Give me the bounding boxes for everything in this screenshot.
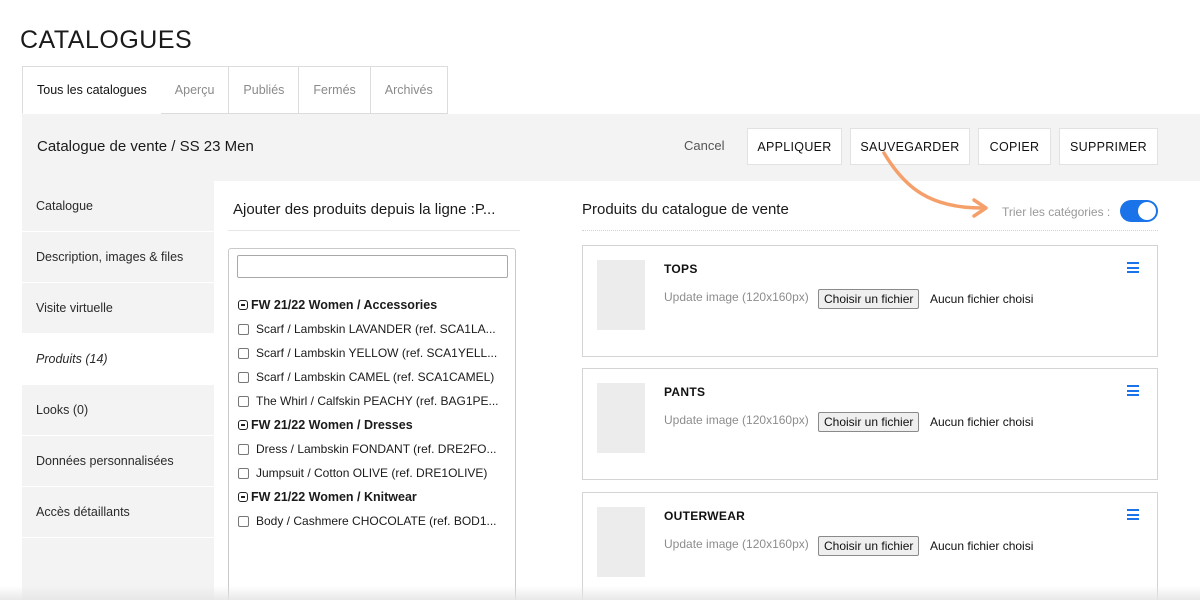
drag-handle-icon[interactable] [1127,262,1139,273]
category-card: OUTERWEAR Update image (120x160px) Chois… [582,492,1158,600]
list-item[interactable]: Scarf / Lambskin YELLOW (ref. SCA1YELL..… [229,341,515,365]
group-header[interactable]: FW 21/22 Women / Knitwear [229,485,515,509]
save-button[interactable]: SAUVEGARDER [850,128,970,165]
update-image-label: Update image (120x160px) [664,290,809,304]
file-status: Aucun fichier choisi [930,292,1034,306]
product-label: Scarf / Lambskin LAVANDER (ref. SCA1LA..… [256,322,496,336]
category-card: PANTS Update image (120x160px) Choisir u… [582,368,1158,480]
checkbox[interactable] [238,371,249,383]
page-title: CATALOGUES [20,26,193,54]
list-item[interactable]: Jumpsuit / Cotton OLIVE (ref. DRE1OLIVE) [229,461,515,485]
category-card: TOPS Update image (120x160px) Choisir un… [582,245,1158,357]
file-status: Aucun fichier choisi [930,415,1034,429]
sidebar-item-catalogue[interactable]: Catalogue [22,181,214,232]
apply-button[interactable]: APPLIQUER [747,128,842,165]
toggle-knob [1138,202,1156,220]
sidebar-item-custom-data[interactable]: Données personnalisées [22,436,214,487]
sort-categories-toggle[interactable] [1120,200,1158,222]
sidebar-item-description[interactable]: Description, images & files [22,232,214,283]
sort-categories-label: Trier les catégories : [1002,205,1111,219]
drag-handle-icon[interactable] [1127,509,1139,520]
product-label: Dress / Lambskin FONDANT (ref. DRE2FO... [256,442,497,456]
category-image-placeholder [597,507,645,577]
file-status: Aucun fichier choisi [930,539,1034,553]
tab-all-catalogues[interactable]: Tous les catalogues [22,66,161,114]
collapse-icon[interactable] [238,492,248,502]
sidebar-item-virtual-tour[interactable]: Visite virtuelle [22,283,214,334]
catalog-name: Catalogue de vente / SS 23 Men [37,138,254,155]
delete-button[interactable]: SUPPRIMER [1059,128,1158,165]
list-item[interactable]: Body / Cashmere CHOCOLATE (ref. BOD1... [229,509,515,533]
collapse-icon[interactable] [238,420,248,430]
category-name: OUTERWEAR [664,509,746,523]
catalog-tabs: Tous les catalogues Aperçu Publiés Fermé… [22,66,448,114]
checkbox[interactable] [238,395,249,407]
product-search-input[interactable] [237,255,508,278]
choose-file-button[interactable]: Choisir un fichier [818,536,920,556]
tab-closed[interactable]: Fermés [298,66,370,114]
product-label: Body / Cashmere CHOCOLATE (ref. BOD1... [256,514,497,528]
source-line-title: Ajouter des produits depuis la ligne :P.… [233,201,496,218]
checkbox[interactable] [238,347,249,359]
update-image-label: Update image (120x160px) [664,413,809,427]
sidebar-item-retailer-access[interactable]: Accès détaillants [22,487,214,538]
list-item[interactable]: Scarf / Lambskin LAVANDER (ref. SCA1LA..… [229,317,515,341]
collapse-icon[interactable] [238,300,248,310]
tab-published[interactable]: Publiés [228,66,299,114]
checkbox[interactable] [238,515,249,527]
group-label: FW 21/22 Women / Accessories [251,298,438,312]
product-label: Jumpsuit / Cotton OLIVE (ref. DRE1OLIVE) [256,466,488,480]
divider [582,230,1158,231]
source-product-list: FW 21/22 Women / Accessories Scarf / Lam… [229,293,515,533]
category-name: TOPS [664,262,698,276]
product-label: The Whirl / Calfskin PEACHY (ref. BAG1PE… [256,394,499,408]
copy-button[interactable]: COPIER [978,128,1051,165]
sidebar-item-products[interactable]: Produits (14) [22,334,214,385]
product-label: Scarf / Lambskin CAMEL (ref. SCA1CAMEL) [256,370,495,384]
group-header[interactable]: FW 21/22 Women / Accessories [229,293,515,317]
group-label: FW 21/22 Women / Dresses [251,418,413,432]
divider [228,230,520,231]
checkbox[interactable] [238,467,249,479]
tab-archived[interactable]: Archivés [369,66,448,114]
list-item[interactable]: Scarf / Lambskin CAMEL (ref. SCA1CAMEL) [229,365,515,389]
group-header[interactable]: FW 21/22 Women / Dresses [229,413,515,437]
update-image-label: Update image (120x160px) [664,537,809,551]
choose-file-button[interactable]: Choisir un fichier [818,412,920,432]
category-name: PANTS [664,385,706,399]
sidebar: Catalogue Description, images & files Vi… [22,181,214,600]
checkbox[interactable] [238,443,249,455]
group-label: FW 21/22 Women / Knitwear [251,490,417,504]
drag-handle-icon[interactable] [1127,385,1139,396]
list-item[interactable]: Dress / Lambskin FONDANT (ref. DRE2FO... [229,437,515,461]
checkbox[interactable] [238,323,249,335]
category-image-placeholder [597,260,645,330]
tab-preview[interactable]: Aperçu [160,66,229,114]
product-source-list[interactable]: FW 21/22 Women / Accessories Scarf / Lam… [228,248,516,600]
catalog-header: Catalogue de vente / SS 23 Men Cancel AP… [22,114,1200,181]
product-label: Scarf / Lambskin YELLOW (ref. SCA1YELL..… [256,346,498,360]
cancel-button[interactable]: Cancel [684,138,724,153]
category-image-placeholder [597,383,645,453]
sidebar-item-looks[interactable]: Looks (0) [22,385,214,436]
list-item[interactable]: The Whirl / Calfskin PEACHY (ref. BAG1PE… [229,389,515,413]
choose-file-button[interactable]: Choisir un fichier [818,289,920,309]
catalog-products-title: Produits du catalogue de vente [582,201,789,218]
